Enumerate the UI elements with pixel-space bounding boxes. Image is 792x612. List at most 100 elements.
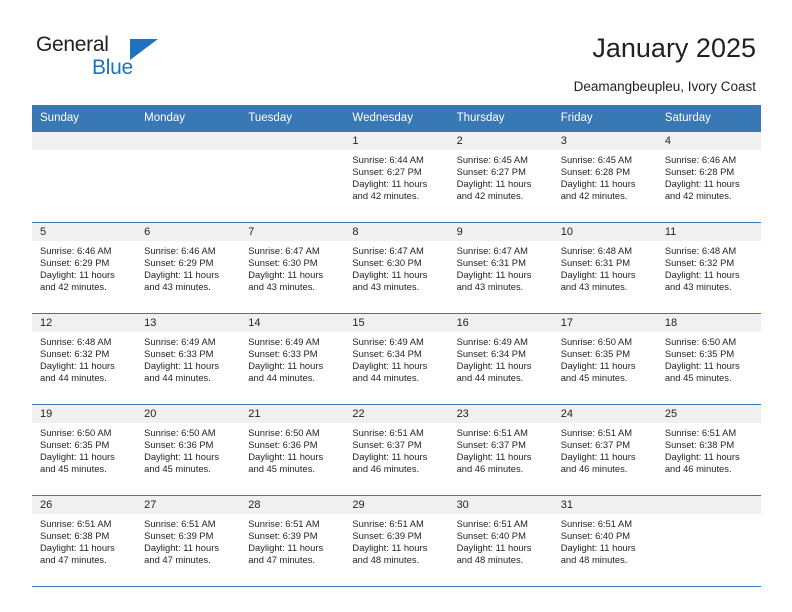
page-header: General Blue January 2025 Deamangbeupleu… — [0, 0, 792, 100]
daylight-text-line1: Daylight: 11 hours — [664, 178, 740, 190]
daylight-text-line2: and 45 minutes. — [40, 463, 107, 475]
sunset-text: Sunset: 6:39 PM — [144, 530, 214, 542]
calendar-day-cell[interactable]: 31 Sunrise: 6:51 AM Sunset: 6:40 PM Dayligh… — [552, 495, 657, 587]
calendar-day-cell[interactable]: 7 Sunrise: 6:47 AM Sunset: 6:30 PM Daylight… — [240, 222, 345, 314]
daylight-text-line1: Daylight: 11 hours — [560, 360, 636, 372]
sunrise-text: Sunrise: 6:50 AM — [40, 427, 112, 438]
day-number: 5 — [32, 223, 137, 241]
calendar-header-row: Sunday Monday Tuesday Wednesday Thursday Frid… — [32, 105, 761, 132]
sunrise-text: Sunrise: 6:51 AM — [664, 427, 737, 438]
day-sun-info: Sunrise: 6:47 AM Sunset: 6:30 PM Daylight:… — [344, 241, 448, 293]
day-sun-info: Sunrise: 6:51 AM Sunset: 6:38 PM Daylight:… — [657, 423, 761, 475]
calendar-day-cell[interactable]: 15 Sunrise: 6:49 AM Sunset: 6:34 PM Dayligh… — [344, 313, 449, 405]
daylight-text-line1: Daylight: 11 hours — [560, 542, 636, 554]
sunset-text: Sunset: 6:28 PM — [560, 166, 631, 178]
daylight-text-line1: Daylight: 11 hours — [248, 451, 324, 463]
sunset-text: Sunset: 6:30 PM — [352, 257, 422, 269]
day-box: 8 Sunrise: 6:47 AM Sunset: 6:30 PM Daylight… — [344, 223, 449, 313]
daylight-text-line2: and 44 minutes. — [144, 372, 211, 384]
day-box — [136, 132, 241, 222]
daylight-text-line1: Daylight: 11 hours — [664, 360, 740, 372]
calendar-day-cell[interactable]: 27 Sunrise: 6:51 AM Sunset: 6:39 PM Dayligh… — [136, 495, 241, 587]
calendar-day-cell[interactable]: 6 Sunrise: 6:46 AM Sunset: 6:29 PM Daylight… — [136, 222, 241, 314]
calendar-day-cell[interactable]: 28 Sunrise: 6:51 AM Sunset: 6:39 PM Dayligh… — [240, 495, 345, 587]
day-number: 28 — [240, 496, 345, 514]
sunset-text: Sunset: 6:27 PM — [352, 166, 422, 178]
weekday-header-row: Sunday Monday Tuesday Wednesday Thursday Frid… — [32, 105, 761, 132]
calendar-day-cell[interactable]: 19 Sunrise: 6:50 AM Sunset: 6:35 PM Dayligh… — [32, 404, 137, 496]
calendar-day-cell[interactable]: 12 Sunrise: 6:48 AM Sunset: 6:32 PM Dayligh… — [32, 313, 137, 405]
calendar-day-cell[interactable]: 16 Sunrise: 6:49 AM Sunset: 6:34 PM Dayligh… — [448, 313, 553, 405]
calendar-day-cell[interactable]: 29 Sunrise: 6:51 AM Sunset: 6:39 PM Dayligh… — [344, 495, 449, 587]
calendar-day-cell[interactable]: 2 Sunrise: 6:45 AM Sunset: 6:27 PM Daylight… — [448, 132, 553, 223]
day-sun-info: Sunrise: 6:51 AM Sunset: 6:39 PM Daylight:… — [240, 514, 344, 566]
calendar-day-cell[interactable]: 14 Sunrise: 6:49 AM Sunset: 6:33 PM Dayligh… — [240, 313, 345, 405]
calendar-week-row: 12 Sunrise: 6:48 AM Sunset: 6:32 PM Dayligh… — [32, 313, 761, 405]
day-box: 4 Sunrise: 6:46 AM Sunset: 6:28 PM Daylight… — [656, 132, 761, 222]
calendar-day-cell[interactable]: 22 Sunrise: 6:51 AM Sunset: 6:37 PM Dayligh… — [344, 404, 449, 496]
day-sun-info: Sunrise: 6:51 AM Sunset: 6:37 PM Daylight:… — [344, 423, 448, 475]
daylight-text-line1: Daylight: 11 hours — [40, 269, 115, 281]
sunrise-text: Sunrise: 6:47 AM — [352, 245, 424, 256]
sunset-text: Sunset: 6:37 PM — [352, 439, 422, 451]
day-number: 18 — [656, 314, 761, 332]
daylight-text-line2: and 45 minutes. — [664, 372, 732, 384]
daylight-text-line1: Daylight: 11 hours — [560, 451, 636, 463]
calendar-day-cell[interactable]: 30 Sunrise: 6:51 AM Sunset: 6:40 PM Dayligh… — [448, 495, 553, 587]
calendar-day-cell[interactable]: 23 Sunrise: 6:51 AM Sunset: 6:37 PM Dayligh… — [448, 404, 553, 496]
day-box — [32, 132, 137, 222]
day-sun-info: Sunrise: 6:48 AM Sunset: 6:32 PM Daylight:… — [32, 332, 136, 384]
sunset-text: Sunset: 6:37 PM — [456, 439, 526, 451]
weekday-header-thursday: Thursday — [448, 105, 553, 132]
sunrise-text: Sunrise: 6:51 AM — [560, 518, 633, 529]
calendar-day-cell[interactable]: 13 Sunrise: 6:49 AM Sunset: 6:33 PM Dayligh… — [136, 313, 241, 405]
daylight-text-line2: and 46 minutes. — [352, 463, 420, 475]
sunset-text: Sunset: 6:28 PM — [664, 166, 735, 178]
sunset-text: Sunset: 6:40 PM — [560, 530, 631, 542]
calendar-day-cell[interactable]: 3 Sunrise: 6:45 AM Sunset: 6:28 PM Daylight… — [552, 132, 657, 223]
daylight-text-line1: Daylight: 11 hours — [248, 542, 324, 554]
day-box: 23 Sunrise: 6:51 AM Sunset: 6:37 PM Dayligh… — [448, 405, 553, 495]
day-sun-info: Sunrise: 6:51 AM Sunset: 6:40 PM Daylight:… — [449, 514, 553, 566]
sunset-text: Sunset: 6:32 PM — [40, 348, 110, 360]
calendar-day-cell[interactable]: 11 Sunrise: 6:48 AM Sunset: 6:32 PM Dayligh… — [656, 222, 761, 314]
calendar-day-cell[interactable]: 17 Sunrise: 6:50 AM Sunset: 6:35 PM Dayligh… — [552, 313, 657, 405]
calendar-day-cell[interactable]: 21 Sunrise: 6:50 AM Sunset: 6:36 PM Dayligh… — [240, 404, 345, 496]
daylight-text-line2: and 48 minutes. — [352, 554, 420, 566]
sunset-text: Sunset: 6:31 PM — [456, 257, 526, 269]
day-box: 15 Sunrise: 6:49 AM Sunset: 6:34 PM Dayligh… — [344, 314, 449, 404]
sunrise-text: Sunrise: 6:51 AM — [456, 427, 528, 438]
day-sun-info: Sunrise: 6:51 AM Sunset: 6:37 PM Daylight:… — [553, 423, 657, 475]
day-box: 3 Sunrise: 6:45 AM Sunset: 6:28 PM Daylight… — [552, 132, 657, 222]
day-box: 9 Sunrise: 6:47 AM Sunset: 6:31 PM Daylight… — [448, 223, 553, 313]
calendar-day-cell[interactable]: 25 Sunrise: 6:51 AM Sunset: 6:38 PM Dayligh… — [656, 404, 761, 496]
calendar-day-cell[interactable]: 8 Sunrise: 6:47 AM Sunset: 6:30 PM Daylight… — [344, 222, 449, 314]
calendar-day-cell[interactable]: 4 Sunrise: 6:46 AM Sunset: 6:28 PM Daylight… — [656, 132, 761, 223]
calendar-day-cell[interactable]: 1 Sunrise: 6:44 AM Sunset: 6:27 PM Daylight… — [344, 132, 449, 223]
calendar-day-cell[interactable]: 18 Sunrise: 6:50 AM Sunset: 6:35 PM Dayligh… — [656, 313, 761, 405]
day-box: 16 Sunrise: 6:49 AM Sunset: 6:34 PM Dayligh… — [448, 314, 553, 404]
daylight-text-line2: and 47 minutes. — [144, 554, 211, 566]
daylight-text-line2: and 42 minutes. — [352, 190, 420, 202]
calendar-day-cell[interactable]: 20 Sunrise: 6:50 AM Sunset: 6:36 PM Dayligh… — [136, 404, 241, 496]
weekday-header-wednesday: Wednesday — [344, 105, 449, 132]
sunrise-text: Sunrise: 6:50 AM — [144, 427, 216, 438]
daylight-text-line1: Daylight: 11 hours — [352, 269, 428, 281]
day-sun-info: Sunrise: 6:47 AM Sunset: 6:31 PM Daylight:… — [449, 241, 553, 293]
calendar-day-cell[interactable]: 26 Sunrise: 6:51 AM Sunset: 6:38 PM Dayligh… — [32, 495, 137, 587]
day-box: 5 Sunrise: 6:46 AM Sunset: 6:29 PM Daylight… — [32, 223, 137, 313]
day-number: 31 — [552, 496, 657, 514]
day-number — [136, 132, 241, 150]
calendar-day-cell[interactable]: 10 Sunrise: 6:48 AM Sunset: 6:31 PM Dayligh… — [552, 222, 657, 314]
calendar-day-cell[interactable]: 24 Sunrise: 6:51 AM Sunset: 6:37 PM Dayligh… — [552, 404, 657, 496]
day-sun-info: Sunrise: 6:50 AM Sunset: 6:35 PM Daylight:… — [657, 332, 761, 384]
calendar-week-row: 5 Sunrise: 6:46 AM Sunset: 6:29 PM Daylight… — [32, 222, 761, 314]
day-number: 21 — [240, 405, 345, 423]
sunrise-text: Sunrise: 6:46 AM — [144, 245, 216, 256]
day-number: 11 — [656, 223, 761, 241]
day-sun-info: Sunrise: 6:47 AM Sunset: 6:30 PM Daylight:… — [240, 241, 344, 293]
calendar-day-cell[interactable]: 9 Sunrise: 6:47 AM Sunset: 6:31 PM Daylight… — [448, 222, 553, 314]
calendar-day-cell[interactable]: 5 Sunrise: 6:46 AM Sunset: 6:29 PM Daylight… — [32, 222, 137, 314]
daylight-text-line1: Daylight: 11 hours — [352, 542, 428, 554]
daylight-text-line1: Daylight: 11 hours — [456, 542, 532, 554]
